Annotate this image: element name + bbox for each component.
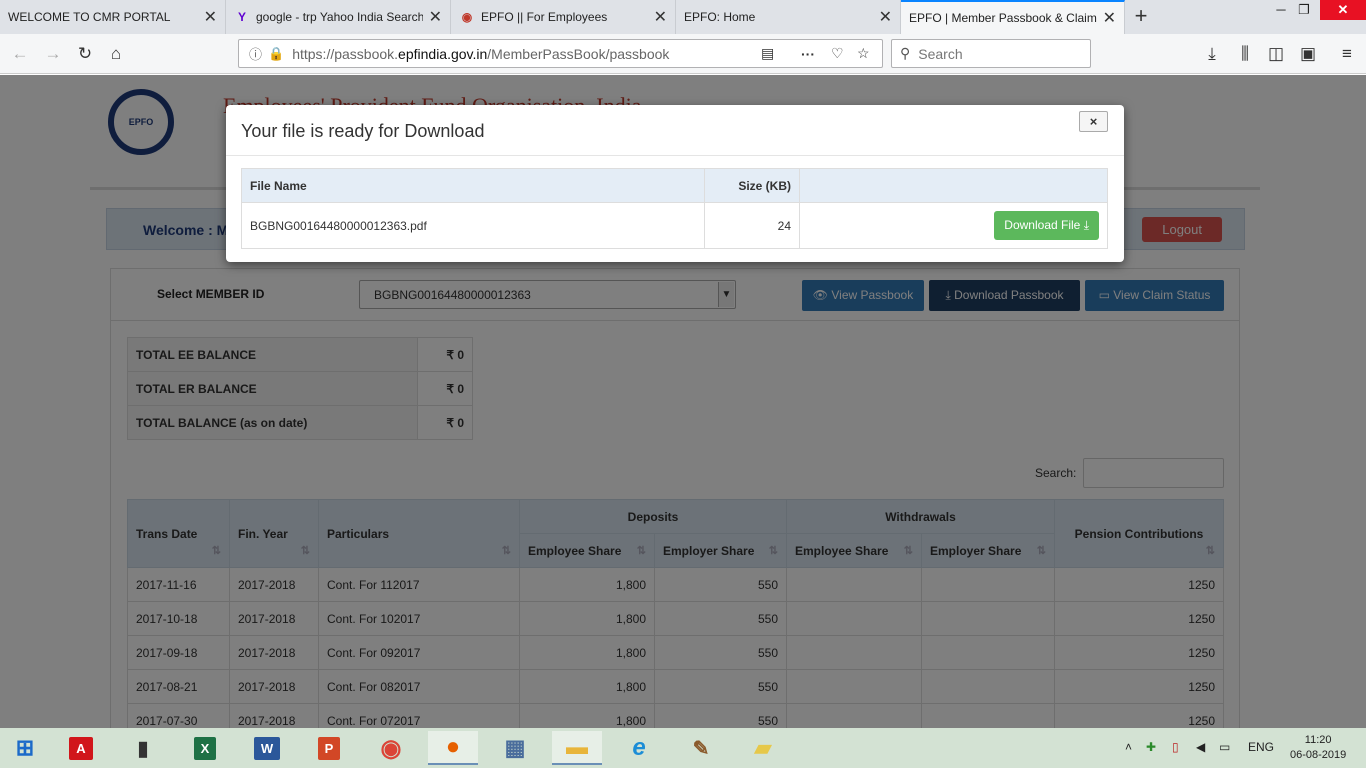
modal-title: Your file is ready for Download [241,121,485,141]
url-path: /MemberPassBook/passbook [487,45,670,62]
security-status-icon[interactable]: ✚ [1146,740,1156,754]
close-icon[interactable]: ✕ [1103,8,1116,28]
close-icon[interactable]: ✕ [879,7,892,27]
reload-icon[interactable]: ↻ [73,43,97,65]
close-icon[interactable]: ✕ [654,7,667,27]
chrome-icon[interactable]: ◉ [366,731,416,765]
network-icon[interactable]: ▭ [1219,740,1230,754]
download-icon: ⤓ [1083,218,1089,232]
show-hidden-icons-icon[interactable]: ˄ [1125,740,1132,754]
battery-icon[interactable]: ▯ [1172,740,1179,754]
close-icon[interactable]: ✕ [204,7,217,27]
tab-title: EPFO: Home [684,10,756,24]
col-size: Size (KB) [704,168,800,203]
screenshot-icon[interactable]: ▣ [1296,43,1320,65]
download-file-button[interactable]: Download File ⤓ [994,211,1099,240]
tab-title: EPFO || For Employees [481,10,608,24]
terminal-icon[interactable]: ▮ [118,731,168,765]
windows-start-icon[interactable]: ⊞ [0,731,50,765]
tab-title: google - trp Yahoo India Search [256,10,423,24]
tab-member-passbook[interactable]: EPFO | Member Passbook & Claim ✕ [901,0,1125,34]
browser-tab-strip: WELCOME TO CMR PORTAL ✕ Y google - trp Y… [0,0,1366,34]
url-prefix: https://passbook. [292,45,399,62]
tab-title: WELCOME TO CMR PORTAL [8,10,171,24]
calculator-icon[interactable]: ▦ [490,731,540,765]
clock-time: 11:20 [1304,734,1332,746]
lock-icon: 🔒 [268,45,285,61]
acrobat-icon[interactable]: A [56,731,106,765]
file-size: 24 [704,202,800,249]
tab-title: EPFO | Member Passbook & Claim [909,11,1097,25]
library-icon[interactable]: ⫼ [1233,43,1257,65]
yahoo-icon: Y [237,10,246,24]
col-action [799,168,1108,203]
home-icon[interactable]: ⌂ [104,43,128,65]
reader-view-icon[interactable]: ▤ [761,45,774,62]
bookmark-star-icon[interactable]: ☆ [857,45,870,62]
excel-icon[interactable]: X [180,731,230,765]
tab-cmr-portal[interactable]: WELCOME TO CMR PORTAL ✕ [0,0,226,34]
word-icon[interactable]: W [242,731,292,765]
file-name: BGBNG00164480000012363.pdf [241,202,705,249]
download-icon[interactable]: ⤓ [1200,43,1224,65]
clock-date: 06-08-2019 [1290,749,1347,761]
back-icon[interactable]: ← [8,43,32,65]
search-placeholder: Search [918,45,963,62]
file-table-header: File Name Size (KB) [241,168,1108,203]
download-modal: Your file is ready for Download × File N… [226,105,1124,262]
internet-explorer-icon[interactable]: e [614,731,664,765]
menu-icon[interactable]: ≡ [1335,43,1359,65]
sticky-notes-icon[interactable]: ▰ [738,731,788,765]
powerpoint-icon[interactable]: P [304,731,354,765]
clock[interactable]: 11:20 06-08-2019 [1290,733,1346,763]
modal-header: Your file is ready for Download × [226,105,1124,156]
epfo-icon: ◉ [461,10,473,24]
new-tab-icon[interactable]: + [1128,4,1154,30]
tab-epfo-home[interactable]: EPFO: Home ✕ [676,0,901,34]
modal-close-button[interactable]: × [1079,111,1108,132]
language-indicator[interactable]: ENG [1248,740,1274,754]
windows-taskbar: ⊞ A ▮ X W P ◉ ● ▦ ▬ e ✎ ▰ ˄ ✚ ▯ ◀ ▭ ENG … [0,728,1366,768]
tab-epfo-employees[interactable]: ◉ EPFO || For Employees ✕ [451,0,676,34]
address-bar[interactable]: ⓘ 🔒 https://passbook. epfindia.gov.in/Mem… [238,39,883,68]
file-action-cell: Download File ⤓ [799,202,1108,249]
page-actions-icon[interactable]: ··· [801,46,815,62]
window-close-icon[interactable]: ✕ [1320,0,1366,20]
col-file-name: File Name [241,168,705,203]
search-icon: ⚲ [900,45,911,61]
file-row: BGBNG00164480000012363.pdf 24 Download F… [241,202,1108,249]
paint-icon[interactable]: ✎ [676,731,726,765]
browser-nav-bar: ← → ↻ ⌂ ⓘ 🔒 https://passbook. epfindia.go… [0,34,1366,74]
download-file-label: Download File [1004,218,1081,232]
browser-search-box[interactable]: ⚲ Search [891,39,1091,68]
firefox-icon[interactable]: ● [428,731,478,765]
file-explorer-icon[interactable]: ▬ [552,731,602,765]
url-host: epfindia.gov.in [398,45,488,62]
forward-icon[interactable]: → [41,43,65,65]
pocket-icon[interactable]: ♡ [831,45,844,62]
close-icon[interactable]: ✕ [429,7,442,27]
tab-yahoo-search[interactable]: Y google - trp Yahoo India Search ✕ [226,0,451,34]
file-table: File Name Size (KB) BGBNG001644800000123… [241,168,1108,249]
volume-icon[interactable]: ◀ [1196,740,1205,754]
info-icon[interactable]: ⓘ [249,44,262,63]
sidebar-icon[interactable]: ◫ [1264,43,1288,65]
